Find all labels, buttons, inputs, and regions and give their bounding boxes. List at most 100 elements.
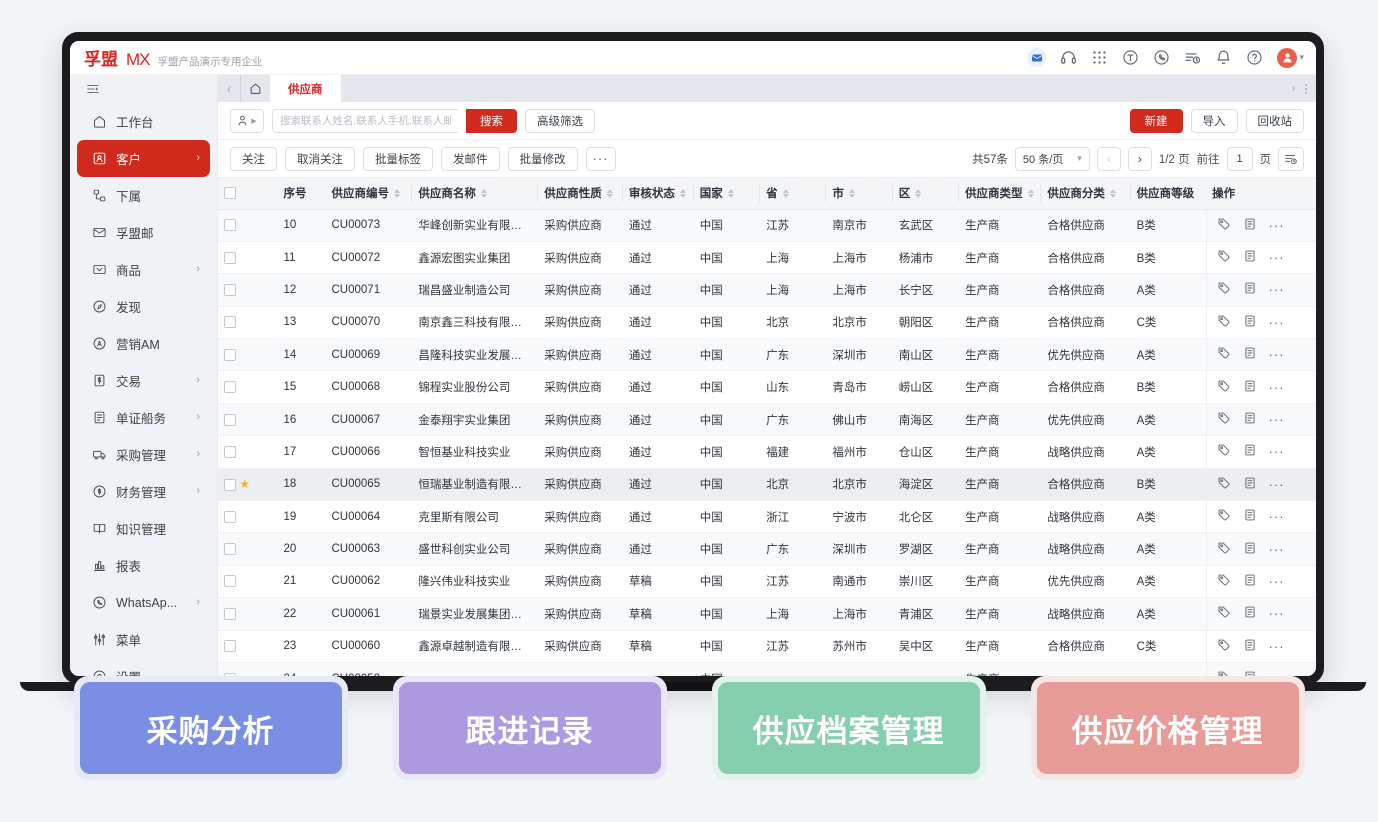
advanced-filter-button[interactable]: 高级筛选 (525, 109, 595, 133)
table-row[interactable]: 19CU00064克里斯有限公司采购供应商通过中国浙江宁波市北仑区生产商战略供应… (218, 501, 1316, 533)
whatsapp-icon[interactable] (1153, 49, 1170, 66)
row-audit[interactable]: 通过 (623, 306, 694, 338)
note-icon[interactable] (1243, 411, 1257, 428)
row-checkbox[interactable] (224, 316, 236, 328)
row-code[interactable]: CU00061 (326, 598, 413, 630)
table-row[interactable]: ★18CU00065恒瑞基业制造有限…采购供应商通过中国北京北京市海淀区生产商合… (218, 468, 1316, 500)
row-name[interactable]: 瑞景实业发展集团… (412, 598, 538, 630)
tag-icon[interactable] (1217, 638, 1231, 655)
more-actions-button[interactable]: ··· (586, 147, 616, 171)
row-audit[interactable]: 通过 (623, 501, 694, 533)
tag-icon[interactable] (1217, 541, 1231, 558)
mail-badge-icon[interactable] (1027, 48, 1046, 67)
goto-page-input[interactable] (1227, 147, 1253, 171)
column-header-audit[interactable]: 审核状态 (623, 178, 694, 209)
column-header-country[interactable]: 国家 (694, 178, 760, 209)
tab-more-vertical-icon[interactable] (1305, 84, 1307, 94)
row-select-cell[interactable] (218, 630, 277, 662)
note-icon[interactable] (1243, 541, 1257, 558)
apps-grid-icon[interactable] (1091, 49, 1108, 66)
row-select-cell[interactable] (218, 598, 277, 630)
more-icon[interactable]: ··· (1269, 218, 1285, 233)
more-icon[interactable]: ··· (1269, 412, 1285, 427)
row-code[interactable]: CU00068 (326, 371, 413, 403)
sidebar-item-14[interactable]: WhatsAp...› (77, 584, 210, 621)
table-row[interactable]: 14CU00069昌隆科技实业发展…采购供应商通过中国广东深圳市南山区生产商优先… (218, 339, 1316, 371)
recycle-bin-button[interactable]: 回收站 (1246, 109, 1305, 133)
row-audit[interactable]: 通过 (623, 533, 694, 565)
tag-icon[interactable] (1217, 217, 1231, 234)
sidebar-item-13[interactable]: 报表 (77, 547, 210, 584)
row-code[interactable]: CU00072 (326, 241, 413, 273)
row-name[interactable]: 南京鑫三科技有限… (412, 306, 538, 338)
row-name[interactable]: 昌隆科技实业发展… (412, 339, 538, 371)
column-header-district[interactable]: 区 (893, 178, 959, 209)
column-header-code[interactable]: 供应商编号 (326, 178, 413, 209)
table-row[interactable]: 22CU00061瑞景实业发展集团…采购供应商草稿中国上海上海市青浦区生产商战略… (218, 598, 1316, 630)
row-code[interactable]: CU00066 (326, 436, 413, 468)
headset-icon[interactable] (1060, 49, 1077, 66)
note-icon[interactable] (1243, 314, 1257, 331)
more-icon[interactable]: ··· (1269, 282, 1285, 297)
table-row[interactable]: 24CU00059中国生产商··· (218, 662, 1316, 676)
row-select-cell[interactable] (218, 436, 277, 468)
batch-edit-button[interactable]: 批量修改 (508, 147, 578, 171)
table-row[interactable]: 21CU00062隆兴伟业科技实业采购供应商草稿中国江苏南通市崇川区生产商优先供… (218, 565, 1316, 597)
row-name[interactable]: 金泰翔宇实业集团 (412, 403, 538, 435)
tag-icon[interactable] (1217, 281, 1231, 298)
row-audit[interactable]: 通过 (623, 274, 694, 306)
tab-scroll-right-icon[interactable]: › (1291, 83, 1295, 95)
table-row[interactable]: 16CU00067金泰翔宇实业集团采购供应商通过中国广东佛山市南海区生产商优先供… (218, 403, 1316, 435)
row-select-cell[interactable] (218, 371, 277, 403)
sort-toggle-icon[interactable] (1110, 189, 1116, 198)
more-icon[interactable]: ··· (1269, 542, 1285, 557)
sidebar-item-2[interactable]: 客户› (77, 140, 210, 177)
row-code[interactable]: CU00069 (326, 339, 413, 371)
sidebar-item-8[interactable]: 交易› (77, 362, 210, 399)
row-checkbox[interactable] (224, 252, 236, 264)
row-code[interactable]: CU00063 (326, 533, 413, 565)
row-select-cell[interactable] (218, 403, 277, 435)
row-code[interactable]: CU00073 (326, 209, 413, 241)
row-select-cell[interactable] (218, 209, 277, 241)
row-name[interactable]: 克里斯有限公司 (412, 501, 538, 533)
row-checkbox[interactable] (224, 414, 236, 426)
row-code[interactable]: CU00060 (326, 630, 413, 662)
batch-tag-button[interactable]: 批量标签 (363, 147, 433, 171)
column-header-province[interactable]: 省 (760, 178, 826, 209)
row-audit[interactable]: 通过 (623, 371, 694, 403)
sidebar-item-10[interactable]: 采购管理› (77, 436, 210, 473)
row-checkbox[interactable] (224, 608, 236, 620)
row-audit[interactable]: 通过 (623, 209, 694, 241)
row-audit[interactable] (623, 662, 694, 676)
sidebar-item-12[interactable]: 知识管理 (77, 510, 210, 547)
sidebar-item-9[interactable]: 单证船务› (77, 399, 210, 436)
row-audit[interactable]: 草稿 (623, 598, 694, 630)
row-audit[interactable]: 通过 (623, 436, 694, 468)
row-audit[interactable]: 通过 (623, 403, 694, 435)
note-icon[interactable] (1243, 281, 1257, 298)
row-select-cell[interactable] (218, 533, 277, 565)
note-icon[interactable] (1243, 217, 1257, 234)
note-icon[interactable] (1243, 508, 1257, 525)
row-name[interactable]: 瑞昌盛业制造公司 (412, 274, 538, 306)
search-button[interactable]: 搜索 (466, 109, 517, 133)
sidebar-item-1[interactable]: 工作台 (77, 103, 210, 140)
column-header-city[interactable]: 市 (826, 178, 892, 209)
search-input[interactable] (280, 115, 451, 127)
note-icon[interactable] (1243, 638, 1257, 655)
row-checkbox[interactable] (224, 349, 236, 361)
sort-toggle-icon[interactable] (680, 189, 686, 198)
row-name[interactable]: 隆兴伟业科技实业 (412, 565, 538, 597)
row-audit[interactable]: 草稿 (623, 630, 694, 662)
note-icon[interactable] (1243, 443, 1257, 460)
row-code[interactable]: CU00064 (326, 501, 413, 533)
supplier-table-wrap[interactable]: 序号供应商编号供应商名称供应商性质审核状态国家省市区供应商类型供应商分类供应商等… (218, 178, 1316, 676)
sort-toggle-icon[interactable] (607, 189, 613, 198)
row-checkbox[interactable] (224, 479, 236, 491)
feature-chip-1[interactable]: 采购分析 (80, 682, 342, 774)
table-row[interactable]: 12CU00071瑞昌盛业制造公司采购供应商通过中国上海上海市长宁区生产商合格供… (218, 274, 1316, 306)
follow-button[interactable]: 关注 (230, 147, 277, 171)
new-button[interactable]: 新建 (1130, 109, 1183, 133)
table-row[interactable]: 13CU00070南京鑫三科技有限…采购供应商通过中国北京北京市朝阳区生产商合格… (218, 306, 1316, 338)
